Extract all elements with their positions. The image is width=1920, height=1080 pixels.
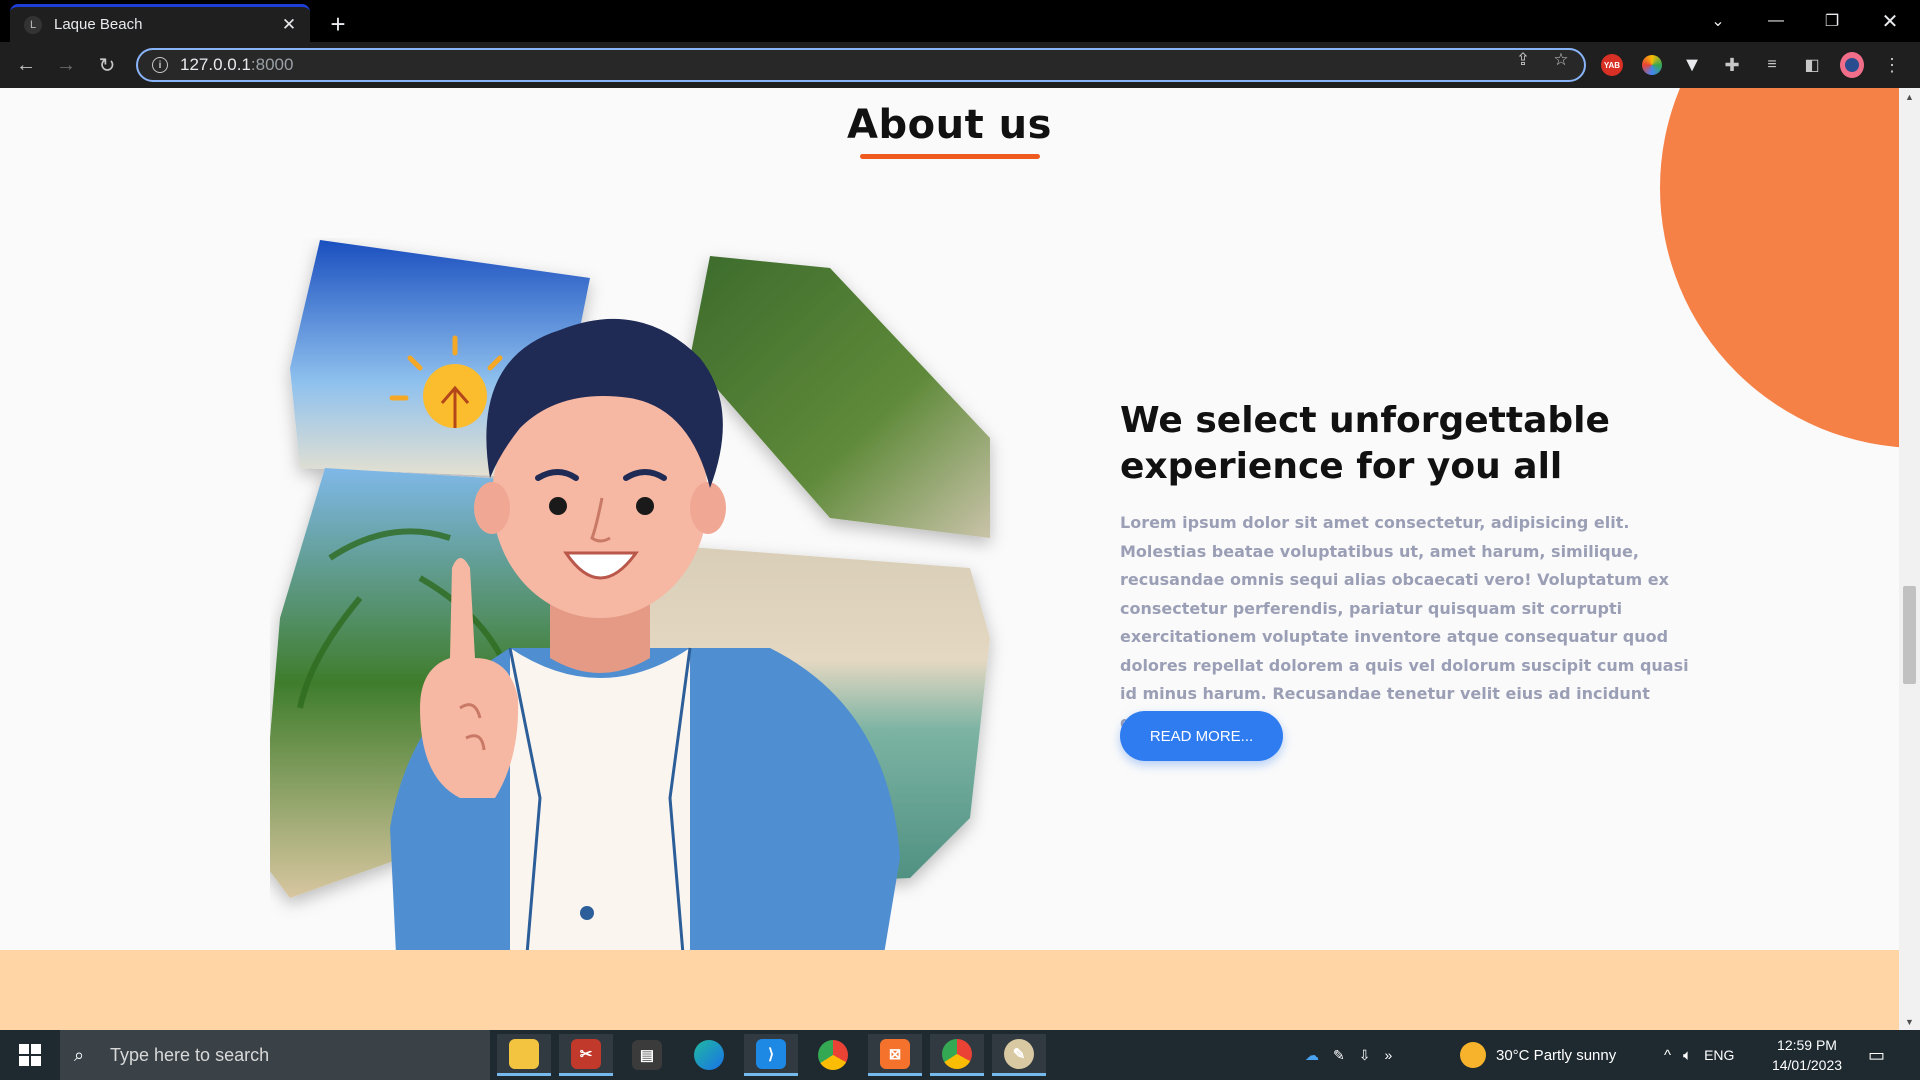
section-title: About us (847, 102, 1052, 148)
weather-widget[interactable]: 30°C Partly sunny (1460, 1030, 1616, 1080)
notifications-icon[interactable]: ▭ (1868, 1030, 1885, 1080)
taskbar-app-vscode[interactable]: ⟩ (744, 1034, 798, 1076)
extensions-puzzle-icon[interactable]: ✚ (1720, 53, 1744, 77)
chrome-profile-icon (942, 1038, 972, 1069)
bookmark-star-icon[interactable]: ☆ (1550, 49, 1572, 71)
vue-devtools-icon[interactable]: ▼ (1680, 53, 1704, 77)
speaker-icon[interactable]: 🔈︎ (1683, 1047, 1692, 1064)
tray-icons: ☁ ✎ ⇩ » (1305, 1030, 1392, 1080)
clock-date: 14/01/2023 (1771, 1057, 1843, 1073)
tab-title: Laque Beach (54, 16, 143, 33)
share-icon[interactable]: ⇪ (1512, 49, 1534, 71)
taskbar-app-edge[interactable] (682, 1034, 736, 1076)
beach-photo-2 (690, 256, 990, 538)
restore-button[interactable]: ❐ (1804, 0, 1860, 42)
taskbar-app-paint[interactable]: ✎ (992, 1034, 1046, 1076)
snipping-tool-icon: ✂ (571, 1038, 601, 1069)
app-icon: ▤ (632, 1040, 662, 1070)
url-host: 127.0.0.1 (180, 55, 251, 74)
site-info-icon[interactable]: i (152, 57, 168, 73)
back-button[interactable]: ← (10, 49, 42, 81)
tab-laque-beach[interactable]: L Laque Beach ✕ (10, 4, 310, 42)
clock[interactable]: 12:59 PM 14/01/2023 (1764, 1030, 1850, 1080)
windows-logo-icon (19, 1044, 41, 1066)
page-viewport: About us We select unforgettable experie… (0, 88, 1899, 1030)
minimize-button[interactable]: — (1748, 0, 1804, 42)
weather-text: 30°C Partly sunny (1496, 1046, 1617, 1064)
tab-search-chevron-icon[interactable]: ⌄ (1690, 0, 1746, 42)
media-queue-icon[interactable]: ≡ (1760, 53, 1784, 77)
side-panel-icon[interactable]: ◧ (1800, 53, 1824, 77)
onedrive-icon[interactable]: ☁ (1305, 1047, 1319, 1064)
taskbar-app-task[interactable]: ▤ (620, 1034, 674, 1076)
notepad-icon[interactable]: ✎ (1333, 1047, 1345, 1064)
yab-extension-icon[interactable]: YAB (1600, 53, 1624, 77)
language-indicator[interactable]: ENG (1704, 1047, 1734, 1063)
search-icon: ⌕ (74, 1044, 85, 1065)
read-more-button[interactable]: READ MORE... (1120, 711, 1283, 761)
about-headline: We select unforgettable experience for y… (1120, 400, 1610, 487)
about-paragraph: Lorem ipsum dolor sit amet consectetur, … (1120, 513, 1689, 732)
browser-toolbar: ← → ↻ i 127.0.0.1 :8000 ⇪ ☆ YAB ▼ ✚ ≡ ◧ … (0, 42, 1920, 88)
profile-avatar[interactable] (1840, 52, 1864, 78)
network-share-icon[interactable]: ⇩ (1359, 1047, 1371, 1064)
reload-button[interactable]: ↻ (91, 49, 123, 81)
system-tray: ^ 🔈︎ ENG (1664, 1030, 1734, 1080)
search-placeholder: Type here to search (110, 1044, 270, 1065)
vscode-icon: ⟩ (756, 1038, 786, 1069)
taskbar-app-file-explorer[interactable] (497, 1034, 551, 1076)
taskbar-app-xampp[interactable]: ⊠ (868, 1034, 922, 1076)
overflow-icon[interactable]: » (1384, 1047, 1392, 1063)
tab-strip: L Laque Beach ✕ + ⌄ — ❐ ✕ (0, 0, 1920, 42)
close-window-button[interactable]: ✕ (1862, 0, 1918, 42)
folder-icon (509, 1038, 539, 1069)
taskbar-app-snipping[interactable]: ✂ (559, 1034, 613, 1076)
address-bar[interactable]: i 127.0.0.1 :8000 (136, 48, 1586, 82)
new-tab-button[interactable]: + (322, 8, 354, 40)
weather-sun-cloud-icon (1460, 1042, 1486, 1068)
paint-palette-icon: ✎ (1004, 1038, 1034, 1069)
start-button[interactable] (0, 1030, 60, 1080)
chrome-icon (818, 1040, 848, 1070)
show-hidden-icons-chevron-icon[interactable]: ^ (1664, 1047, 1671, 1064)
xampp-icon: ⊠ (880, 1038, 910, 1069)
about-illustration (270, 240, 990, 1030)
forward-button[interactable]: → (50, 49, 82, 81)
page-scrollbar[interactable]: ▲ ▼ (1899, 88, 1920, 1030)
url-port: :8000 (250, 55, 294, 74)
color-extension-icon[interactable] (1640, 53, 1664, 77)
windows-taskbar: ⌕ Type here to search ✂ ▤ ⟩ ⊠ ✎ ☁ ✎ ⇩ » … (0, 1030, 1920, 1080)
close-tab-icon[interactable]: ✕ (276, 12, 302, 38)
scrollbar-thumb[interactable] (1903, 586, 1916, 684)
clock-time: 12:59 PM (1777, 1037, 1837, 1053)
taskbar-search-box[interactable]: ⌕ Type here to search (60, 1030, 490, 1080)
next-section-band (0, 950, 1899, 1030)
title-underline (860, 154, 1040, 159)
edge-icon (694, 1040, 724, 1070)
menu-kebab-icon[interactable]: ⋮ (1880, 53, 1904, 77)
taskbar-app-chrome[interactable] (806, 1034, 860, 1076)
favicon-icon: L (24, 15, 42, 34)
scroll-down-arrow-icon[interactable]: ▼ (1899, 1013, 1920, 1030)
scroll-up-arrow-icon[interactable]: ▲ (1899, 88, 1920, 105)
taskbar-app-chrome-profile[interactable] (930, 1034, 984, 1076)
